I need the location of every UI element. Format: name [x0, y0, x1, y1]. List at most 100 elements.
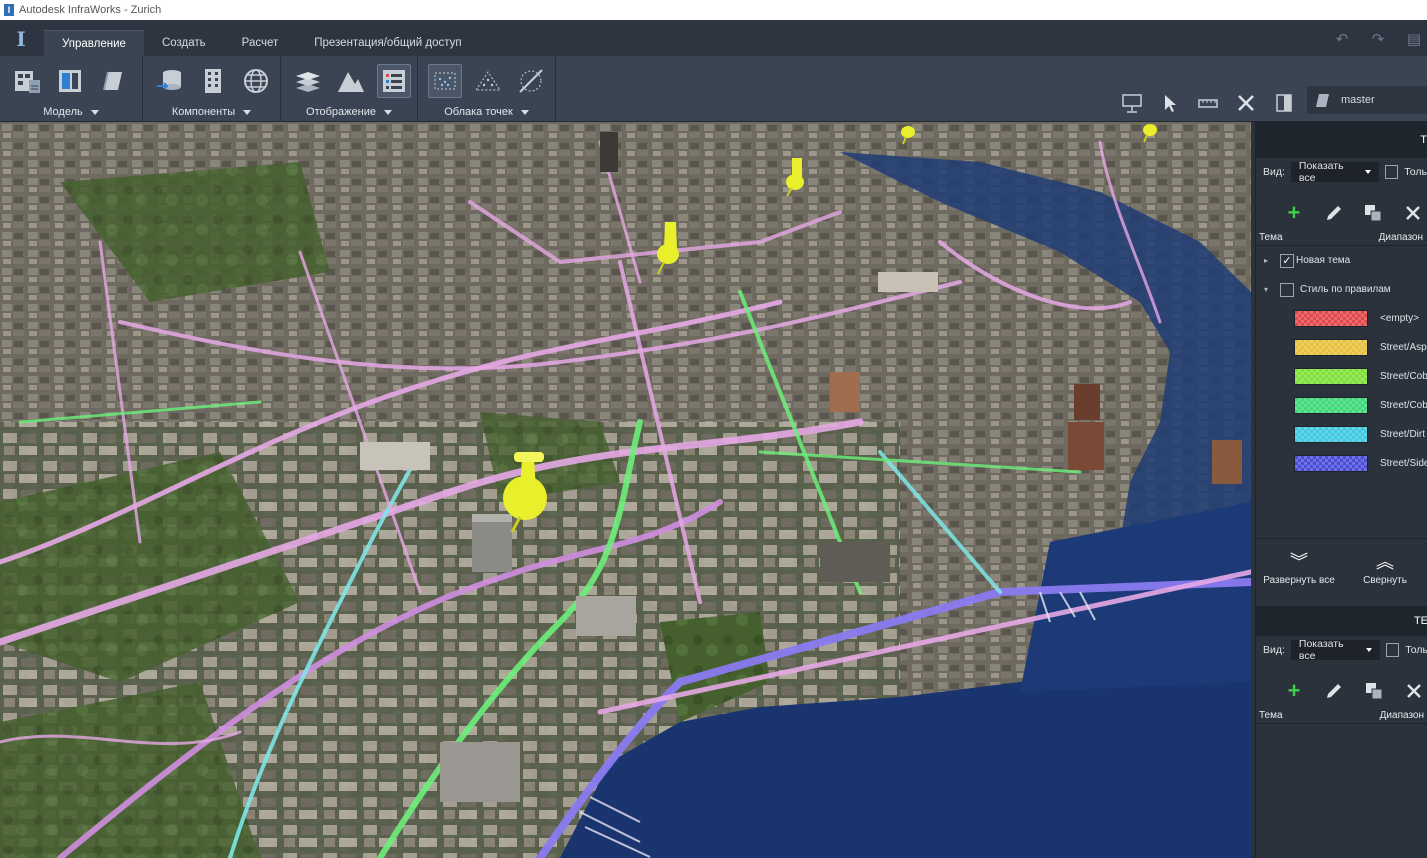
delete-x-icon[interactable] [1399, 200, 1427, 226]
legend-label: Street/Side [1380, 458, 1427, 469]
expand-all-label: Развернуть все [1263, 575, 1335, 586]
duplicate-icon[interactable] [1360, 200, 1388, 226]
measure-icon[interactable] [1195, 90, 1221, 116]
layers-icon[interactable] [291, 64, 325, 98]
legend-item[interactable]: Street/Cob [1256, 391, 1427, 420]
navigation-tools [1119, 90, 1297, 116]
themes-panel: Т Вид: Показать все Толь + Тема Диапазон… [1255, 122, 1427, 858]
theme-actions-2: + [1256, 664, 1427, 708]
edit-pencil-icon[interactable] [1320, 200, 1348, 226]
presentation-icon[interactable] [1119, 90, 1145, 116]
rule-style-checkbox[interactable] [1280, 282, 1294, 297]
map-viewport[interactable] [0, 122, 1251, 858]
group-label-point-clouds: Облака точек [444, 106, 513, 118]
point-cloud-select-icon[interactable] [428, 64, 462, 98]
ribbon: Модель Компоненты Отображение Облака точ… [0, 56, 1427, 122]
ribbon-group-components: Компоненты [143, 56, 281, 122]
components-dropdown-icon[interactable] [243, 109, 252, 115]
model-dropdown-icon[interactable] [90, 109, 99, 115]
view-label-2: Вид: [1263, 644, 1285, 656]
group-label-display: Отображение [306, 106, 376, 118]
themes-table-header-2: Тема Диапазон [1256, 708, 1427, 724]
branch-selector[interactable]: master [1307, 86, 1427, 114]
column-theme-2[interactable]: Тема [1259, 710, 1283, 721]
building-components-icon[interactable] [196, 64, 230, 98]
themes-table-header: Тема Диапазон [1256, 230, 1427, 246]
point-clouds-dropdown-icon[interactable] [520, 109, 529, 115]
only-checkbox[interactable] [1384, 165, 1399, 179]
panel-toggle-icon[interactable] [1271, 90, 1297, 116]
branch-icon [1316, 94, 1329, 107]
legend-label: Street/Dirt [1380, 429, 1426, 440]
only-checkbox-2[interactable] [1385, 643, 1400, 657]
view-select[interactable]: Показать все [1290, 160, 1379, 184]
select-cursor-icon[interactable] [1157, 90, 1183, 116]
collapse-arrow-icon[interactable]: ▾ [1264, 285, 1274, 294]
column-range[interactable]: Диапазон [1379, 232, 1423, 243]
point-cloud-line-icon[interactable] [514, 64, 548, 98]
column-theme[interactable]: Тема [1259, 232, 1283, 243]
data-sources-icon[interactable] [53, 64, 87, 98]
color-swatch[interactable] [1294, 368, 1368, 385]
city-model-canvas[interactable] [0, 122, 1251, 858]
legend-item[interactable]: <empty> [1256, 304, 1427, 333]
legend-label: Street/Cob [1380, 400, 1427, 411]
tree-item-new-theme[interactable]: ▸ ✓ Новая тема [1256, 246, 1427, 275]
legend-label: Street/Asp [1380, 342, 1427, 353]
tree-item-rule-style[interactable]: ▾ Стиль по правилам [1256, 275, 1427, 304]
expand-arrow-icon[interactable]: ▸ [1264, 256, 1274, 265]
ribbon-group-point-clouds: Облака точек [418, 56, 556, 122]
model-properties-icon[interactable] [10, 64, 44, 98]
globe-network-icon[interactable] [239, 64, 273, 98]
new-theme-checkbox[interactable]: ✓ [1280, 253, 1294, 268]
more-icon[interactable]: ▤ [1403, 28, 1425, 50]
ribbon-group-model: Модель [0, 56, 143, 122]
duplicate-icon[interactable] [1360, 678, 1388, 704]
view-select-2[interactable]: Показать все [1290, 638, 1380, 662]
display-dropdown-icon[interactable] [383, 109, 392, 115]
tree-item-label: Стиль по правилам [1300, 284, 1391, 295]
legend-item[interactable]: Street/Cob [1256, 362, 1427, 391]
legend-item[interactable]: Street/Asp [1256, 333, 1427, 362]
color-swatch[interactable] [1294, 455, 1368, 472]
color-swatch[interactable] [1294, 397, 1368, 414]
style-palette-icon[interactable] [96, 64, 130, 98]
color-swatch[interactable] [1294, 426, 1368, 443]
tools-icon[interactable] [1233, 90, 1259, 116]
ribbon-group-display: Отображение [281, 56, 418, 122]
legend-item[interactable]: Street/Dirt [1256, 420, 1427, 449]
chevron-down-icon [1365, 648, 1372, 652]
tab-create[interactable]: Создать [144, 30, 224, 56]
collapse-all-label: Свернуть [1363, 575, 1407, 586]
panel-title: Т [1256, 122, 1427, 158]
expand-collapse-bar: ︾ Развернуть все ︽ Свернуть [1256, 538, 1427, 602]
edit-pencil-icon[interactable] [1320, 678, 1348, 704]
theme-actions: + [1256, 186, 1427, 230]
legend-label: Street/Cob [1380, 371, 1427, 382]
redo-icon[interactable]: ↷ [1367, 28, 1389, 50]
tab-manage[interactable]: Управление [44, 30, 144, 56]
terrain-icon[interactable] [334, 64, 368, 98]
undo-icon[interactable]: ↶ [1331, 28, 1353, 50]
tab-analyze[interactable]: Расчет [224, 30, 297, 56]
tab-present[interactable]: Презентация/общий доступ [296, 30, 479, 56]
column-range-2[interactable]: Диапазон [1380, 710, 1424, 721]
legend-label: <empty> [1380, 313, 1419, 324]
legend-item[interactable]: Street/Side [1256, 449, 1427, 478]
themes-icon[interactable] [377, 64, 411, 98]
point-cloud-terrain-icon[interactable] [471, 64, 505, 98]
database-icon[interactable] [153, 64, 187, 98]
view-select-value-2: Показать все [1298, 638, 1344, 662]
delete-x-icon[interactable] [1400, 678, 1427, 704]
legend-list: <empty> Street/Asp Street/Cob Street/Cob Str… [1256, 304, 1427, 478]
color-swatch[interactable] [1294, 310, 1368, 327]
view-select-value: Показать все [1298, 160, 1344, 184]
color-swatch[interactable] [1294, 339, 1368, 356]
collapse-all-button[interactable]: ︽ Свернуть [1342, 539, 1427, 602]
view-filter-row: Вид: Показать все Толь [1256, 158, 1427, 186]
group-label-components: Компоненты [171, 106, 236, 118]
infraworks-logo-icon[interactable]: I [12, 28, 30, 50]
add-icon[interactable]: + [1280, 678, 1308, 704]
add-icon[interactable]: + [1280, 200, 1308, 226]
expand-all-button[interactable]: ︾ Развернуть все [1256, 539, 1342, 602]
